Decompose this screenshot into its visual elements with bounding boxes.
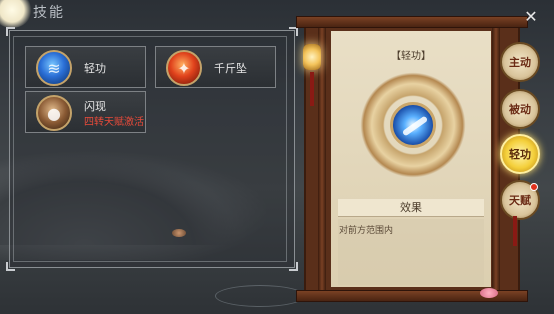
skill-name: 轻功 [84, 62, 106, 75]
tab-active-skills[interactable]: 主动 [500, 42, 540, 82]
water-ripple [215, 285, 305, 307]
close-icon[interactable]: ✕ [520, 5, 542, 27]
effect-description: 对前方范围内 [339, 226, 394, 236]
skill-card-shanxian[interactable]: ● 闪现 四转天赋激活 [25, 91, 146, 133]
corner-ornament [6, 27, 15, 36]
scroll-pole [492, 20, 500, 300]
corner-ornament [289, 27, 298, 36]
skill-detail-title: 【轻功】 [391, 51, 431, 62]
blink-icon: ● [36, 95, 72, 131]
tab-qinggong[interactable]: 轻功 [500, 134, 540, 174]
lantern-icon [303, 44, 321, 70]
tab-passive-skills[interactable]: 被动 [500, 89, 540, 129]
tassel-decoration [513, 216, 517, 246]
corner-ornament [6, 262, 15, 271]
blue-wind-icon: ≋ [36, 50, 72, 86]
skill-card-qianjinzhui[interactable]: ✦ 千斤坠 [155, 46, 276, 88]
moon-decoration [0, 0, 32, 28]
unlock-requirement: 四转天赋激活 [84, 117, 144, 128]
skill-name: 闪现 [84, 100, 106, 113]
skill-card-qinggong[interactable]: ≋ 轻功 [25, 46, 146, 88]
skill-emblem-icon [390, 102, 436, 148]
stone-decoration [172, 229, 186, 237]
scroll-top-bar [296, 16, 528, 28]
notification-dot [530, 183, 538, 191]
corner-ornament [289, 262, 298, 271]
effect-title: 效果 [338, 199, 484, 217]
skill-name: 千斤坠 [214, 62, 247, 75]
red-fall-icon: ✦ [166, 50, 202, 86]
tassel-decoration [310, 72, 314, 106]
lotus-decoration [480, 288, 498, 298]
page-title: 技能 [33, 5, 65, 21]
